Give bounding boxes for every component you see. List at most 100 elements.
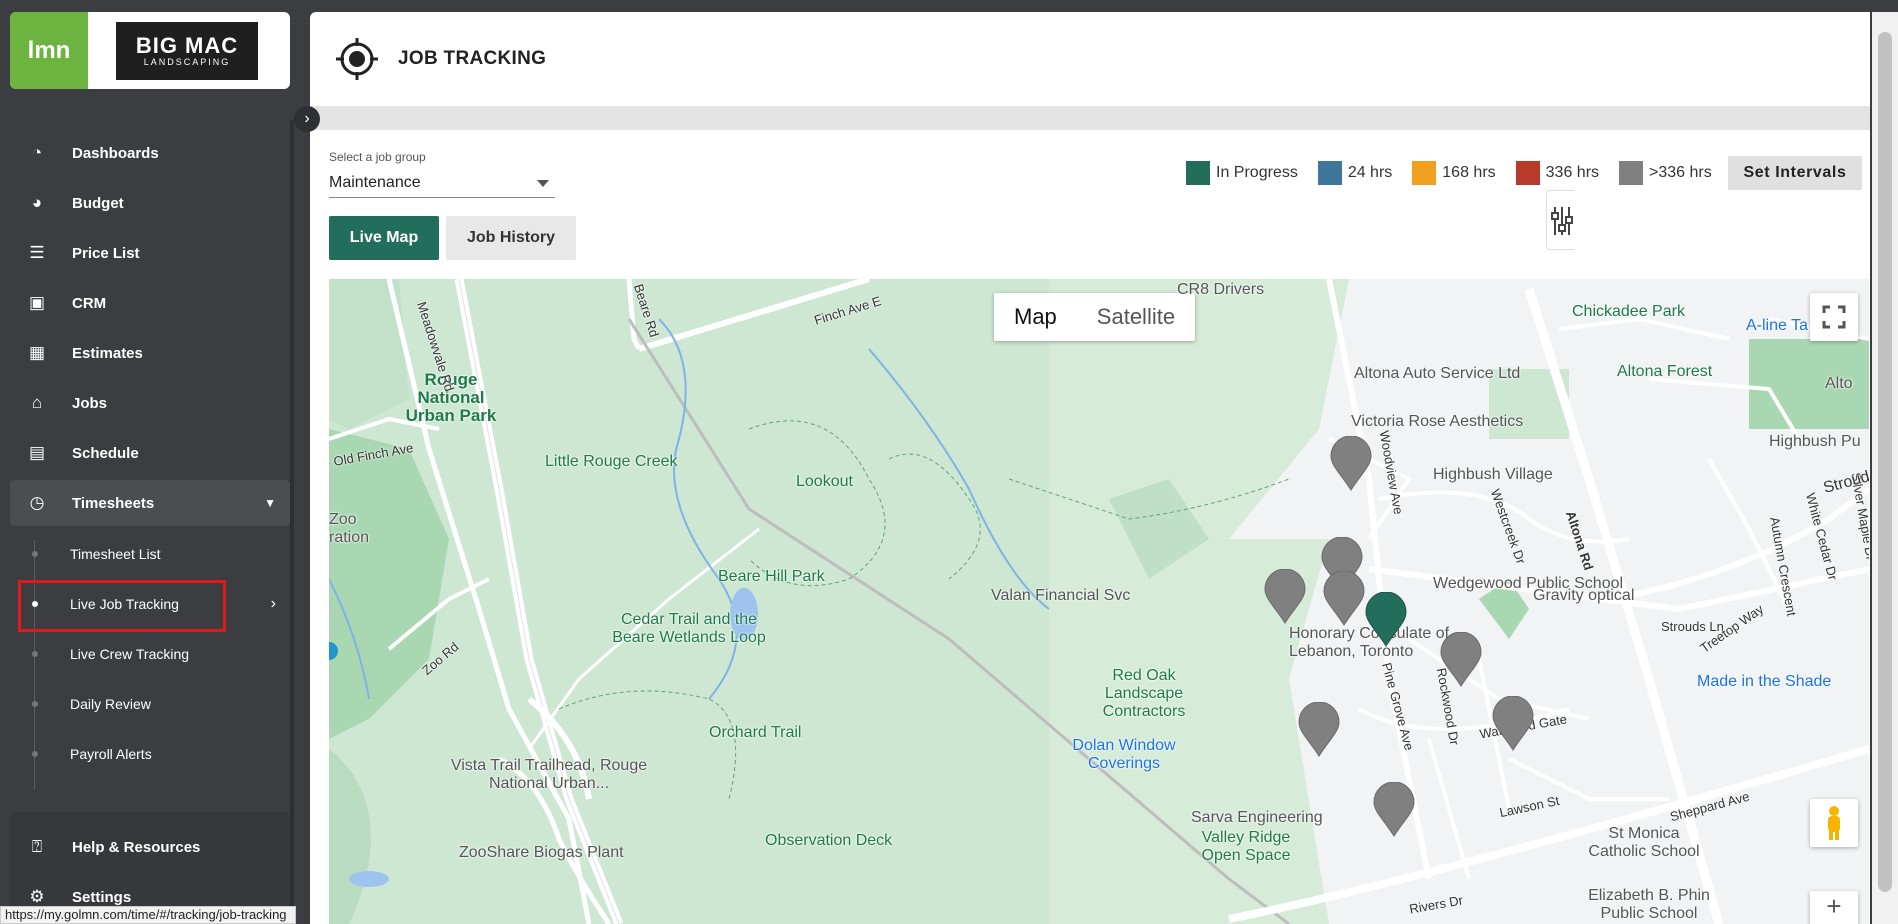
map-type-control: Map Satellite: [994, 293, 1196, 341]
header-divider: [310, 106, 1870, 130]
sliders-icon: [1551, 207, 1573, 235]
logo-card: lmn BIG MAC LANDSCAPING: [10, 12, 290, 89]
gear-icon: ⚙: [29, 887, 45, 906]
sidebar-item-dashboards[interactable]: ◔ Dashboards: [10, 130, 290, 176]
legend-label: >336 hrs: [1649, 164, 1712, 181]
collapse-sidebar-button[interactable]: ›: [294, 106, 320, 132]
sidebar-item-schedule[interactable]: ▤ Schedule: [10, 430, 290, 476]
map-place-label: Chickadee Park: [1572, 303, 1685, 320]
legend-item: 336 hrs: [1515, 161, 1600, 185]
map-place-label: Red Oak Landscape Contractors: [1102, 667, 1186, 720]
map-place-label: ZooShare Biogas Plant: [459, 844, 624, 861]
sidebar-item-crm[interactable]: ▣ CRM: [10, 280, 290, 326]
sidebar-item-label: Estimates: [72, 344, 143, 362]
company-name-line1: BIG MAC: [135, 33, 239, 58]
sidebar-subitem-label: Daily Review: [70, 696, 151, 712]
sidebar-subitem-timesheet-list[interactable]: Timesheet List: [10, 534, 290, 574]
dashboard-icon: ◔: [31, 143, 43, 162]
legend-swatch: [1412, 161, 1437, 185]
job-group-select[interactable]: Maintenance: [329, 168, 555, 198]
legend-swatch: [1515, 161, 1540, 185]
map-place-label: Highbush Pu: [1769, 433, 1861, 450]
page-title: JOB TRACKING: [398, 48, 547, 69]
sidebar-item-label: Settings: [72, 888, 132, 906]
legend-label: 168 hrs: [1442, 164, 1496, 181]
job-marker[interactable]: [1263, 569, 1307, 625]
crosshair-icon: [336, 38, 378, 80]
map-place-label: Vista Trail Trailhead, Rouge National Ur…: [450, 757, 648, 792]
sidebar-scrollbar[interactable]: [290, 120, 294, 920]
scrollbar-thumb[interactable]: [1878, 32, 1892, 892]
map-type-satellite-button[interactable]: Satellite: [1077, 293, 1195, 341]
job-marker[interactable]: [1491, 696, 1535, 752]
sidebar-item-timesheets[interactable]: ◷ Timesheets ▼: [10, 480, 290, 526]
sidebar-item-label: Help & Resources: [72, 838, 201, 856]
map-place-label: Wedgewood Public School: [1433, 575, 1624, 592]
sidebar-subitem-live-crew-tracking[interactable]: Live Crew Tracking: [10, 634, 290, 674]
company-logo: BIG MAC LANDSCAPING: [116, 22, 258, 80]
bullet-icon: [32, 651, 38, 657]
contact-card-icon: ▣: [28, 293, 46, 312]
sidebar-item-label: Timesheets: [72, 494, 155, 512]
lmn-logo[interactable]: lmn: [10, 12, 88, 89]
fullscreen-button[interactable]: [1810, 293, 1858, 341]
map-place-label: St Monica Catholic School: [1588, 825, 1700, 860]
map-place-label: Valan Financial Svc: [991, 587, 1131, 604]
sidebar-item-jobs[interactable]: ⌂ Jobs: [10, 380, 290, 426]
sidebar-subitem-daily-review[interactable]: Daily Review: [10, 684, 290, 724]
page-scrollbar[interactable]: [1872, 12, 1898, 924]
legend-label: 336 hrs: [1545, 164, 1600, 181]
job-marker[interactable]: [1329, 436, 1373, 492]
sidebar-item-help[interactable]: ⍰ Help & Resources: [10, 824, 290, 870]
selection-highlight: [18, 580, 226, 632]
map-type-map-button[interactable]: Map: [994, 293, 1077, 341]
map-place-label: Elizabeth B. Phin Public School: [1588, 887, 1710, 922]
pegman-icon: [1828, 806, 1840, 840]
job-marker[interactable]: [1297, 702, 1341, 758]
live-map[interactable]: Map Satellite + Chickadee Park A-line Ta…: [329, 279, 1869, 924]
zoom-in-button[interactable]: +: [1810, 891, 1858, 924]
map-place-label: Beare Hill Park: [718, 568, 825, 585]
sidebar-item-label: CRM: [72, 294, 107, 312]
filter-panel-toggle[interactable]: [1546, 190, 1574, 250]
job-marker[interactable]: [1322, 571, 1366, 627]
bullet-icon: [32, 751, 38, 757]
dropdown-arrow-icon: [537, 180, 549, 187]
legend-item: 168 hrs: [1412, 161, 1496, 185]
help-icon: ⍰: [31, 837, 43, 856]
sidebar-item-estimates[interactable]: ▦ Estimates: [10, 330, 290, 376]
map-place-label: Cedar Trail and the Beare Wetlands Loop: [612, 611, 766, 646]
pie-chart-icon: ◕: [31, 193, 43, 212]
legend-label: 24 hrs: [1347, 164, 1393, 181]
legend-item: In Progress: [1186, 161, 1298, 185]
job-marker[interactable]: [1372, 782, 1416, 838]
map-place-label: Lookout: [796, 473, 853, 490]
map-place-label: Dolan Window Coverings: [1072, 737, 1176, 772]
map-place-label: Zoo ration: [329, 511, 370, 546]
bullet-icon: [32, 701, 38, 707]
sidebar-subitem-label: Timesheet List: [70, 546, 161, 562]
map-place-label: A-line Ta: [1746, 317, 1808, 334]
job-group-value: Maintenance: [329, 174, 421, 191]
sidebar-item-price-list[interactable]: ☰ Price List: [10, 230, 290, 276]
map-place-label: Observation Deck: [765, 832, 893, 849]
sidebar-item-label: Jobs: [72, 394, 108, 412]
sidebar-subitem-label: Payroll Alerts: [70, 746, 152, 762]
sidebar-subitem-payroll-alerts[interactable]: Payroll Alerts: [10, 734, 290, 774]
tab-live-map[interactable]: Live Map: [329, 216, 439, 260]
calculator-icon: ▦: [28, 343, 46, 362]
legend-swatch: [1186, 161, 1210, 185]
set-intervals-button[interactable]: Set Intervals: [1728, 156, 1862, 190]
sidebar-item-label: Dashboards: [72, 144, 159, 162]
job-marker[interactable]: [1439, 632, 1483, 688]
tab-job-history[interactable]: Job History: [446, 216, 576, 260]
sidebar-item-label: Price List: [72, 244, 140, 262]
street-view-button[interactable]: [1810, 799, 1858, 847]
job-marker[interactable]: [1364, 592, 1408, 648]
bullet-icon: [32, 551, 38, 557]
job-group-label: Select a job group: [329, 150, 426, 164]
company-name-line2: LANDSCAPING: [143, 57, 231, 67]
legend-swatch: [1317, 161, 1342, 185]
map-place-label: Orchard Trail: [709, 724, 802, 741]
sidebar-item-budget[interactable]: ◕ Budget: [10, 180, 290, 226]
